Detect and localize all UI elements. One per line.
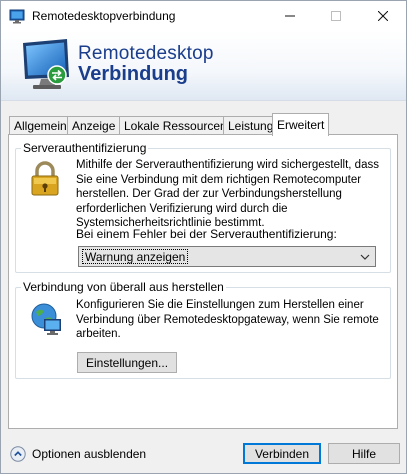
server-auth-description: Mithilfe der Serverauthentifizierung wir… (76, 159, 379, 229)
remote-desktop-app-icon (9, 9, 25, 24)
title-bar: Remotedesktopverbindung (1, 1, 406, 31)
connect-anywhere-description: Konfigurieren Sie die Einstellungen zum … (76, 299, 379, 340)
chevron-up-circle-icon (10, 446, 26, 462)
auth-error-label: Bei einem Fehler bei der Serverauthentif… (76, 227, 337, 241)
connect-button-label: Verbinden (254, 446, 310, 461)
header-banner: Remotedesktop Verbindung (1, 31, 406, 101)
hide-options-label: Optionen ausblenden (32, 447, 147, 461)
window-title: Remotedesktopverbindung (32, 9, 176, 23)
help-button[interactable]: Hilfe (328, 443, 400, 464)
gateway-globe-icon (31, 303, 61, 335)
settings-button-label: Einstellungen... (85, 355, 169, 370)
banner-title-line1: Remotedesktop (78, 43, 214, 64)
tab-anzeige[interactable]: Anzeige (67, 116, 121, 135)
tab-allgemein[interactable]: Allgemein (9, 116, 72, 135)
close-button[interactable] (360, 1, 406, 31)
tab-leistung[interactable]: Leistung (223, 116, 279, 135)
maximize-icon (331, 11, 341, 21)
auth-error-select[interactable]: Warnung anzeigen (78, 246, 376, 267)
rdp-window: Remotedesktopverbindung Remotedesktop Ve… (0, 0, 407, 474)
connect-anywhere-group: Verbindung von überall aus herstellen Ko… (15, 280, 391, 379)
close-icon (378, 11, 388, 21)
tab-erweitert[interactable]: Erweitert (272, 113, 330, 136)
server-auth-group: Serverauthentifizierung Mithilfe der Ser… (15, 141, 391, 273)
maximize-button[interactable] (313, 1, 359, 31)
help-button-label: Hilfe (351, 446, 376, 461)
connect-anywhere-legend: Verbindung von überall aus herstellen (21, 280, 226, 294)
banner-title-line2: Verbindung (78, 63, 188, 85)
padlock-icon (31, 161, 59, 196)
settings-button[interactable]: Einstellungen... (77, 352, 177, 373)
minimize-button[interactable] (267, 1, 313, 31)
tab-lokale-ressourcen[interactable]: Lokale Ressourcen (119, 116, 232, 135)
hide-options-toggle[interactable]: Optionen ausblenden (10, 444, 146, 464)
tab-panel-erweitert: Serverauthentifizierung Mithilfe der Ser… (8, 134, 398, 429)
remote-desktop-logo-icon (23, 39, 69, 89)
server-auth-legend: Serverauthentifizierung (21, 141, 149, 155)
chevron-down-icon (360, 254, 370, 260)
connect-button[interactable]: Verbinden (243, 443, 321, 464)
minimize-icon (285, 15, 295, 17)
auth-error-select-value: Warnung anzeigen (82, 249, 189, 264)
